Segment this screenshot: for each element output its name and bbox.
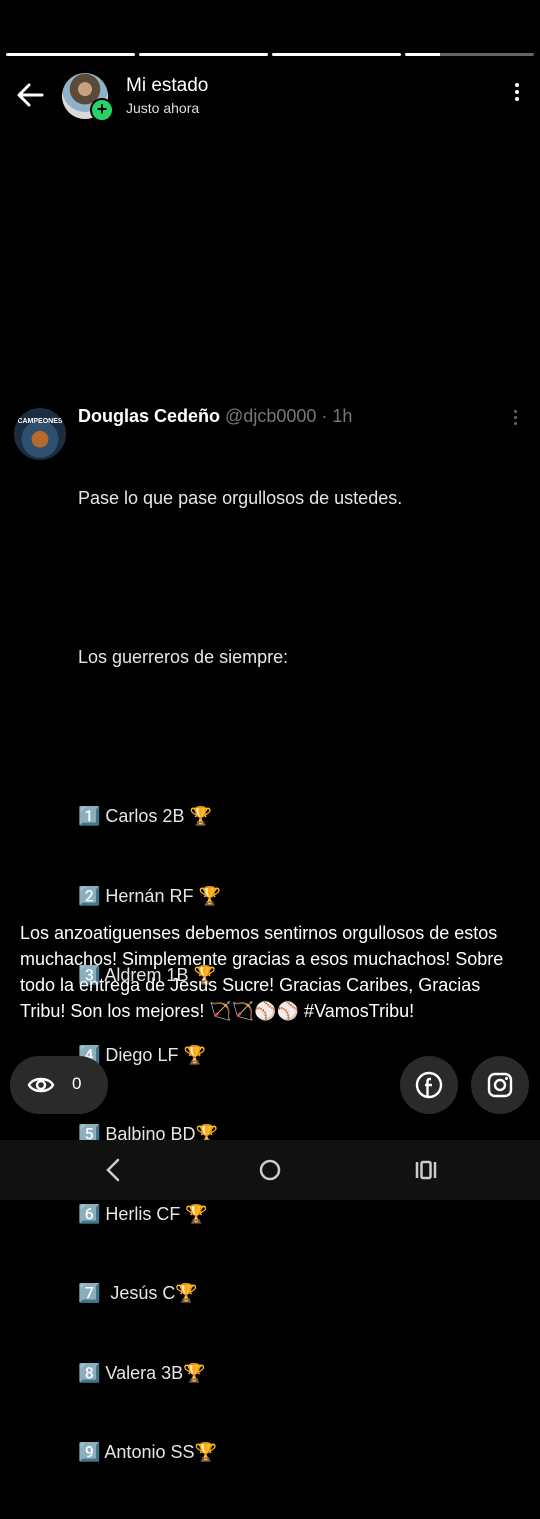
status-time: Justo ahora <box>126 100 200 116</box>
back-arrow-icon[interactable] <box>14 80 46 110</box>
share-facebook-button[interactable] <box>400 1056 458 1114</box>
tweet-line: 9️⃣ Antonio SS🏆 <box>78 1442 217 1462</box>
tweet-line: 4️⃣ Diego LF 🏆 <box>78 1044 206 1065</box>
views-button[interactable]: 0 <box>10 1056 108 1114</box>
tweet-avatar-text: CAMPEONES <box>17 418 63 425</box>
status-progress-bar <box>6 53 534 56</box>
back-nav-icon[interactable] <box>95 1154 135 1186</box>
tweet-line: 6️⃣ Herlis CF 🏆 <box>78 1203 208 1224</box>
status-caption: Los anzoatiguenses debemos sentirnos org… <box>20 923 504 1021</box>
system-navbar <box>0 1140 540 1200</box>
instagram-icon <box>487 1072 513 1098</box>
tweet-line: 2️⃣ Hernán RF 🏆 <box>78 885 221 906</box>
tweet-handle: @djcb0000 <box>225 406 317 426</box>
home-nav-icon[interactable] <box>250 1154 290 1186</box>
progress-segment <box>6 53 135 56</box>
tweet-line: Los guerreros de siempre: <box>78 647 289 667</box>
progress-segment <box>139 53 268 56</box>
recents-nav-icon[interactable] <box>406 1154 446 1186</box>
tweet-header: Douglas Cedeño @djcb0000 · 1h <box>78 406 352 427</box>
tweet-author-name: Douglas Cedeño <box>78 406 221 426</box>
tweet-line: 1️⃣ Carlos 2B 🏆 <box>78 806 212 826</box>
tweet-line <box>78 724 402 751</box>
tweet-more-icon <box>514 410 518 428</box>
eye-icon <box>27 1077 55 1093</box>
tweet-line: 8️⃣ Valera 3B🏆 <box>78 1362 206 1383</box>
progress-segment <box>272 53 401 56</box>
progress-segment-current <box>405 53 534 56</box>
share-instagram-button[interactable] <box>471 1056 529 1114</box>
add-status-icon[interactable]: + <box>90 98 114 122</box>
tweet-avatar: CAMPEONES <box>14 408 66 460</box>
more-options-icon[interactable] <box>512 80 522 108</box>
tweet-time: · 1h <box>321 406 353 426</box>
tweet-line: 7️⃣ Jesús C🏆 <box>78 1283 198 1303</box>
views-count: 0 <box>72 1074 82 1093</box>
facebook-icon <box>415 1071 443 1099</box>
tweet-line: Pase lo que pase orgullosos de ustedes. <box>78 488 403 508</box>
tweet-line <box>78 565 402 592</box>
status-header: + Mi estado Justo ahora <box>0 70 540 122</box>
status-title: Mi estado <box>126 75 209 96</box>
